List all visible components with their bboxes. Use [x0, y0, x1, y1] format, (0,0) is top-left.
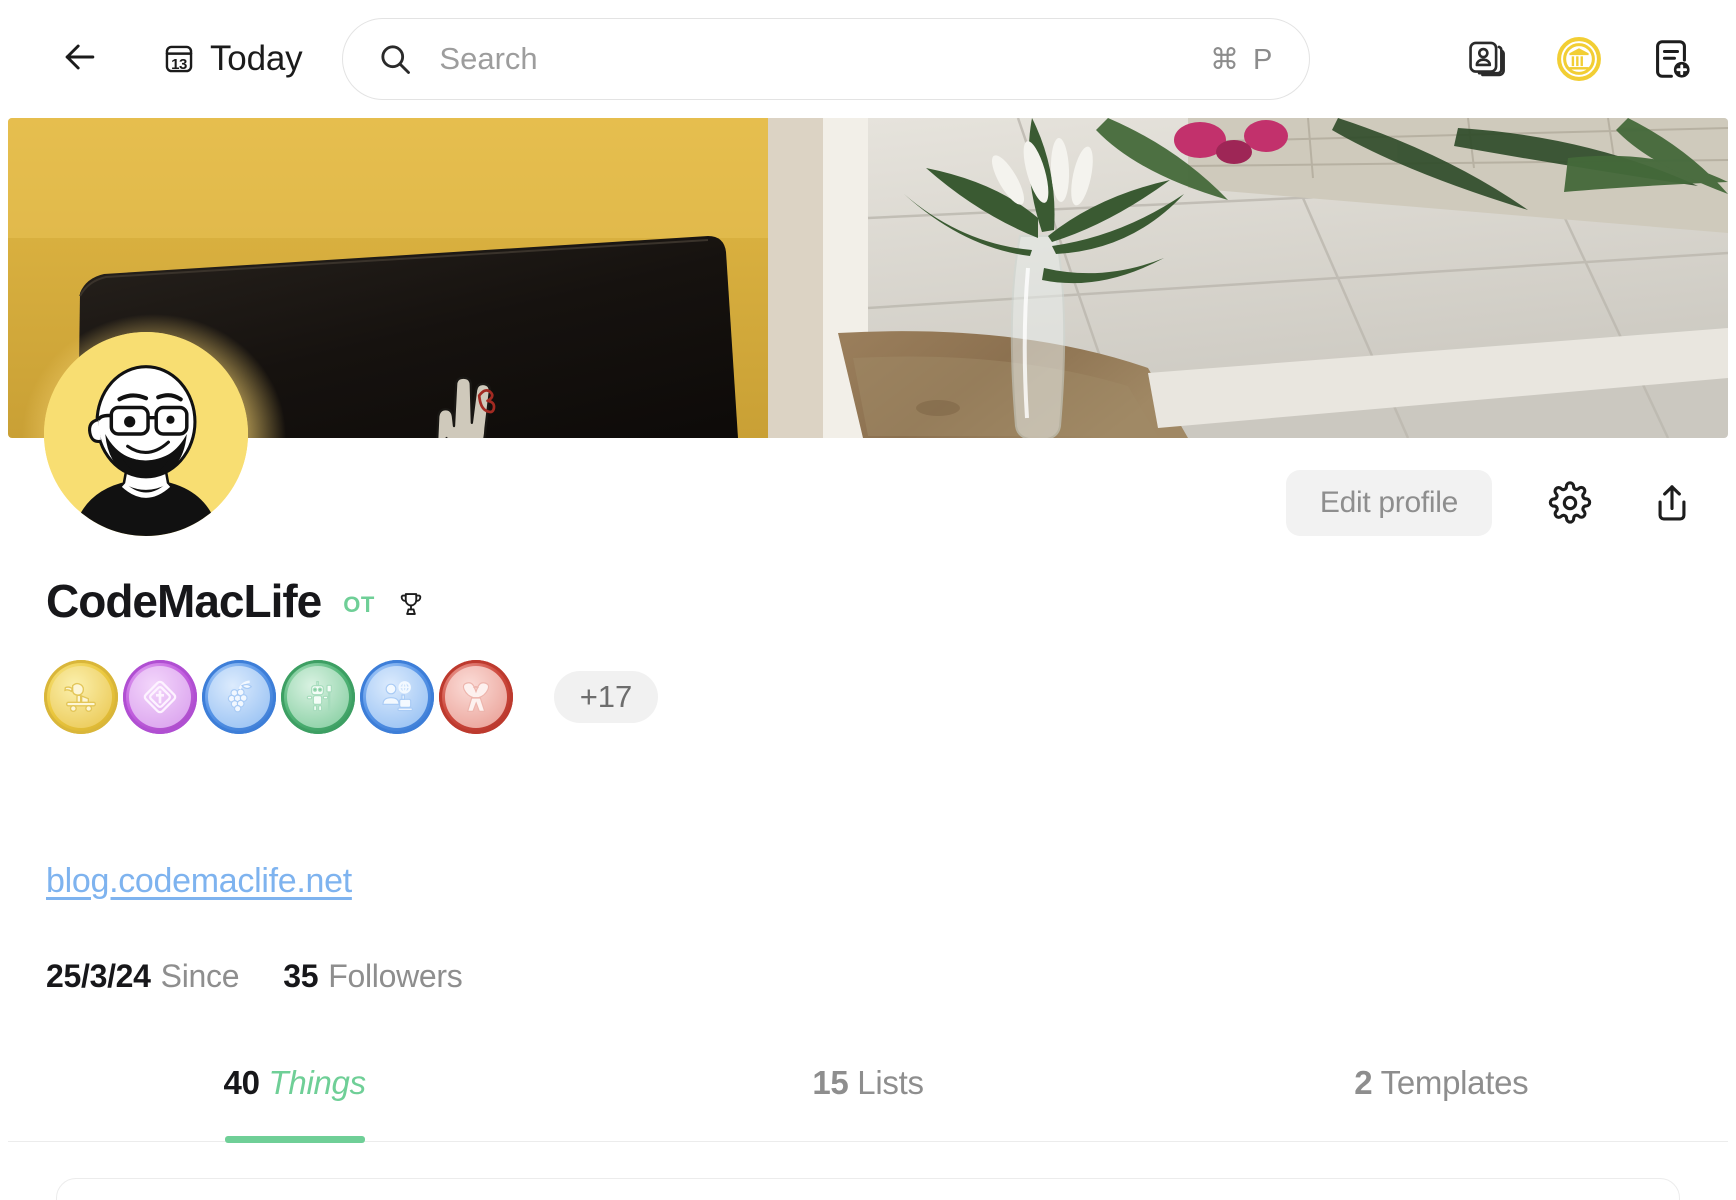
- badge-blue-worker-glyph: [366, 666, 428, 728]
- gear-icon[interactable]: [1546, 479, 1594, 527]
- profile-page: 13 Today ⌘ P: [0, 0, 1736, 1200]
- back-button[interactable]: [52, 31, 108, 87]
- badge-blue-worker[interactable]: [360, 660, 434, 734]
- badge-blue-grapes-glyph: [208, 666, 270, 728]
- stat-since-value: 25/3/24: [46, 958, 151, 994]
- stat-followers[interactable]: 35 Followers: [283, 958, 463, 995]
- achievement-badges: +17: [44, 660, 658, 734]
- calendar-day-number: 13: [171, 56, 187, 73]
- page-title: CodeMacLife: [46, 575, 322, 627]
- today-label: Today: [210, 39, 303, 78]
- avatar[interactable]: [44, 332, 248, 536]
- stat-since: 25/3/24 Since: [46, 958, 240, 995]
- tab-lists-count: 15: [812, 1064, 849, 1101]
- badge-red-hands-glyph: [445, 666, 507, 728]
- badge-green-robot-glyph: [287, 666, 349, 728]
- badges-more-count[interactable]: +17: [554, 671, 658, 723]
- tab-lists[interactable]: 15 Lists: [581, 1050, 1154, 1141]
- tab-lists-label: Lists: [857, 1064, 924, 1101]
- topbar-actions: [1464, 36, 1710, 82]
- trophy-icon[interactable]: [397, 590, 425, 618]
- tab-things[interactable]: 40 Things: [8, 1050, 581, 1141]
- today-button[interactable]: 13 Today: [162, 39, 303, 79]
- tab-templates-label: Templates: [1380, 1064, 1529, 1101]
- tab-things-count: 40: [223, 1064, 260, 1101]
- badge-blue-grapes[interactable]: [202, 660, 276, 734]
- status-badge: OT: [343, 592, 375, 617]
- stat-followers-value: 35: [283, 958, 319, 994]
- profile-stats: 25/3/24 Since 35 Followers: [46, 958, 463, 995]
- contact-card-icon[interactable]: [1464, 36, 1510, 82]
- badge-gold-cart-glyph: [50, 666, 112, 728]
- badge-red-hands[interactable]: [439, 660, 513, 734]
- tab-things-label: Things: [268, 1064, 367, 1101]
- tab-lists-text: 15 Lists: [812, 1064, 924, 1102]
- stat-since-label: Since: [160, 958, 240, 994]
- calendar-icon: 13: [162, 42, 196, 76]
- top-bar: 13 Today ⌘ P: [0, 0, 1736, 118]
- tab-templates-text: 2 Templates: [1354, 1064, 1528, 1102]
- content-card[interactable]: [56, 1178, 1680, 1200]
- badge-purple-diamond[interactable]: [123, 660, 197, 734]
- badge-gold-cart[interactable]: [44, 660, 118, 734]
- tab-templates[interactable]: 2 Templates: [1155, 1050, 1728, 1141]
- edit-profile-button[interactable]: Edit profile: [1285, 470, 1492, 536]
- share-icon[interactable]: [1648, 479, 1696, 527]
- profile-actions: Edit profile: [1285, 470, 1696, 536]
- profile-banner-image: [8, 118, 1728, 438]
- coin-bank-icon[interactable]: [1556, 36, 1602, 82]
- new-note-icon[interactable]: [1648, 36, 1694, 82]
- profile-website-link[interactable]: blog.codemaclife.net: [46, 862, 352, 901]
- search-input[interactable]: [439, 41, 1210, 77]
- badge-purple-diamond-glyph: [129, 666, 191, 728]
- tab-templates-count: 2: [1354, 1064, 1373, 1101]
- arrow-left-icon: [58, 35, 102, 84]
- stat-followers-label: Followers: [328, 958, 463, 994]
- search-bar[interactable]: ⌘ P: [342, 18, 1311, 100]
- tab-things-text: 40 Things: [223, 1064, 367, 1102]
- search-shortcut-hint: ⌘ P: [1210, 43, 1276, 76]
- profile-name-row: CodeMacLife OT: [46, 574, 425, 628]
- badge-green-robot[interactable]: [281, 660, 355, 734]
- search-icon: [377, 41, 413, 77]
- profile-tabs: 40 Things 15 Lists 2 Templates: [8, 1050, 1728, 1142]
